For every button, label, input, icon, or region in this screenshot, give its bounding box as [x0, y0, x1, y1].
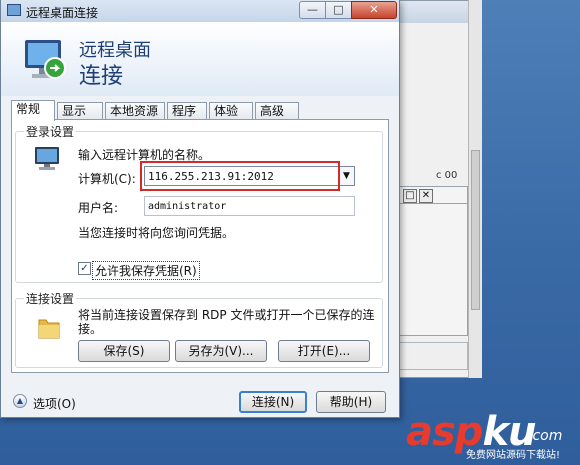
computer-icon — [35, 147, 59, 170]
close-button[interactable]: ✕ — [351, 1, 397, 19]
folder-icon — [38, 319, 60, 339]
tab-programs[interactable]: 程序 — [167, 102, 207, 120]
connection-settings-legend: 连接设置 — [24, 290, 77, 307]
watermark-domain: .com — [528, 428, 563, 444]
tab-advanced[interactable]: 高级 — [255, 102, 299, 120]
background-text: c 00 — [436, 170, 458, 181]
window-title: 远程桌面连接 — [26, 6, 99, 20]
tab-local-resources[interactable]: 本地资源 — [105, 102, 165, 120]
background-status-area — [398, 342, 468, 370]
computer-label: 计算机(C): — [78, 172, 136, 186]
watermark-tagline: 免费网站源码下载站! — [466, 450, 561, 461]
chevron-up-icon[interactable]: ▲ — [13, 394, 27, 408]
computer-highlight-box — [140, 161, 340, 191]
dropdown-arrow-icon[interactable]: ▼ — [338, 167, 354, 185]
background-divider — [398, 203, 468, 204]
connection-description: 将当前连接设置保存到 RDP 文件或打开一个已保存的连接。 — [78, 308, 375, 336]
remote-desktop-icon — [25, 40, 66, 79]
open-button[interactable]: 打开(E)... — [278, 340, 370, 362]
header-title-line2: 连接 — [79, 64, 124, 89]
background-scrollbar-thumb[interactable] — [471, 150, 480, 310]
save-button[interactable]: 保存(S) — [78, 340, 170, 362]
options-toggle-label[interactable]: 选项(O) — [33, 395, 76, 412]
save-credentials-label[interactable]: 允许我保存凭据(R) — [92, 261, 200, 280]
save-credentials-checkbox[interactable]: ✓ — [78, 262, 91, 275]
username-field[interactable] — [144, 196, 355, 216]
login-settings-legend: 登录设置 — [24, 123, 77, 140]
dialog-header: 远程桌面 连接 — [1, 22, 399, 96]
tab-experience[interactable]: 体验 — [209, 102, 253, 120]
remote-desktop-icon — [7, 4, 21, 16]
background-close-button[interactable]: ✕ — [419, 189, 433, 203]
background-panel: □ ✕ — [398, 186, 468, 336]
connect-button[interactable]: 连接(N) — [239, 391, 307, 413]
help-button[interactable]: 帮助(H) — [316, 391, 386, 413]
site-watermark: aspku .com 免费网站源码下载站! — [406, 410, 576, 462]
tab-display[interactable]: 显示 — [57, 102, 103, 120]
title-bar[interactable]: 远程桌面连接 — □ ✕ — [1, 0, 399, 22]
maximize-button[interactable]: □ — [325, 1, 352, 19]
background-scrollbar[interactable] — [468, 0, 482, 378]
remote-desktop-dialog: 远程桌面连接 — □ ✕ 远程桌面 连接 常规 显示 本地资源 程序 体验 高级… — [0, 0, 400, 418]
credentials-hint: 当您连接时将向您询问凭据。 — [78, 226, 235, 240]
tab-general[interactable]: 常规 — [11, 100, 55, 121]
save-as-button[interactable]: 另存为(V)... — [175, 340, 267, 362]
minimize-button[interactable]: — — [299, 1, 326, 19]
username-label: 用户名: — [78, 201, 119, 215]
background-restore-button[interactable]: □ — [403, 189, 417, 203]
